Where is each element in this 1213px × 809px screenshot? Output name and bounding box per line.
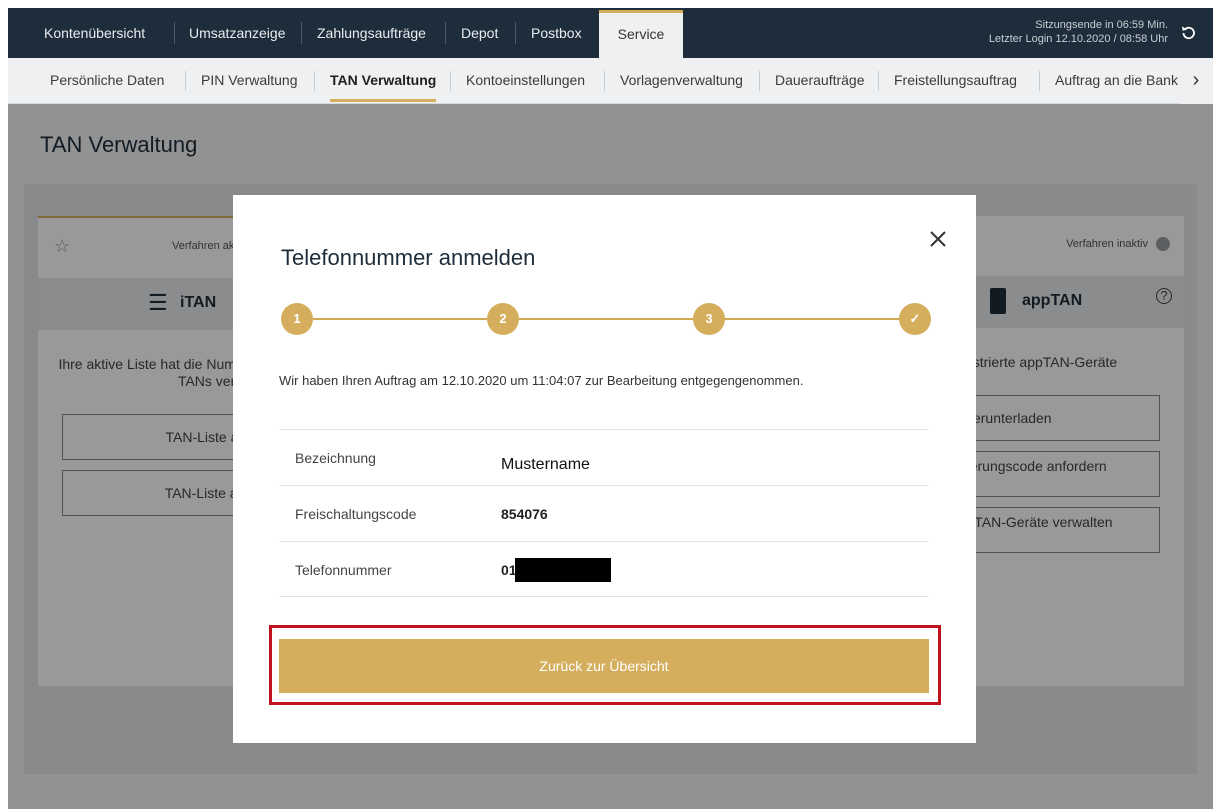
nav-zahlungsauftraege[interactable]: Zahlungsaufträge (317, 8, 426, 58)
stepper-line (297, 318, 915, 320)
session-timeout: Sitzungsende in 06:59 Min. (1035, 19, 1168, 31)
order-details: Bezeichnung Mustername Freischaltungscod… (279, 429, 929, 597)
subnav-kontoeinstellungen[interactable]: Kontoeinstellungen (466, 58, 585, 104)
subnav-vorlagenverwaltung[interactable]: Vorlagenverwaltung (620, 58, 743, 104)
detail-value: 854076 (501, 506, 548, 522)
top-navigation: Kontenübersicht Umsatzanzeige Zahlungsau… (8, 8, 1213, 58)
step-3: 3 (693, 303, 725, 335)
nav-separator (301, 22, 302, 44)
nav-service[interactable]: Service (599, 10, 683, 58)
subnav-auftrag-an-die-bank[interactable]: Auftrag an die Bank (1055, 58, 1178, 104)
chevron-right-icon[interactable]: › (1179, 58, 1213, 104)
session-info: Sitzungsende in 06:59 Min. Letzter Login… (989, 18, 1168, 46)
refresh-icon[interactable] (1179, 24, 1197, 42)
subnav-dauerauftraege[interactable]: Daueraufträge (775, 58, 865, 104)
subnav-persoenliche-daten[interactable]: Persönliche Daten (50, 58, 164, 104)
nav-separator (174, 22, 175, 44)
subnav-separator (185, 71, 186, 91)
detail-label: Freischaltungscode (295, 506, 417, 522)
detail-row: Telefonnummer 015 (279, 541, 929, 597)
confirmation-message: Wir haben Ihren Auftrag am 12.10.2020 um… (279, 373, 804, 388)
last-login: Letzter Login 12.10.2020 / 08:58 Uhr (988, 33, 1168, 45)
check-icon: ✓ (899, 303, 931, 335)
detail-row: Bezeichnung Mustername (279, 429, 929, 485)
sub-navigation: Persönliche Daten PIN Verwaltung TAN Ver… (8, 58, 1213, 104)
subnav-separator (759, 71, 760, 91)
nav-umsatzanzeige[interactable]: Umsatzanzeige (189, 8, 286, 58)
subnav-separator (1039, 71, 1040, 91)
subnav-tan-verwaltung[interactable]: TAN Verwaltung (330, 58, 437, 104)
step-2: 2 (487, 303, 519, 335)
subnav-separator (604, 71, 605, 91)
subnav-separator (314, 71, 315, 91)
progress-stepper: 1 2 3 ✓ (281, 303, 931, 335)
nav-kontenuebersicht[interactable]: Kontenübersicht (44, 8, 145, 58)
step-1: 1 (281, 303, 313, 335)
subnav-freistellungsauftrag[interactable]: Freistellungsauftrag (894, 58, 1017, 104)
detail-label: Telefonnummer (295, 562, 392, 578)
close-icon[interactable] (926, 227, 950, 251)
nav-postbox[interactable]: Postbox (531, 8, 582, 58)
back-to-overview-button[interactable]: Zurück zur Übersicht (279, 639, 929, 693)
nav-depot[interactable]: Depot (461, 8, 498, 58)
subnav-pin-verwaltung[interactable]: PIN Verwaltung (201, 58, 298, 104)
register-phone-dialog: Telefonnummer anmelden 1 2 3 ✓ Wir haben… (233, 195, 976, 743)
detail-label: Bezeichnung (295, 450, 376, 466)
dialog-title: Telefonnummer anmelden (281, 245, 536, 270)
nav-separator (445, 22, 446, 44)
subnav-separator (878, 71, 879, 91)
redaction-bar (515, 558, 611, 582)
subnav-separator (450, 71, 451, 91)
detail-value: Mustername (501, 456, 590, 473)
detail-row: Freischaltungscode 854076 (279, 485, 929, 541)
nav-separator (515, 22, 516, 44)
